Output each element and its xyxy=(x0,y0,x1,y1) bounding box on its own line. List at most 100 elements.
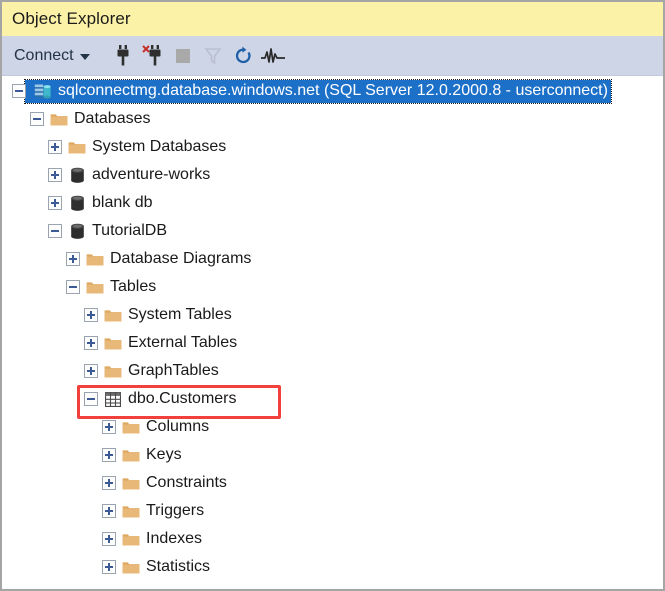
tree-node-content[interactable]: Indexes xyxy=(116,530,202,548)
tree-expand-icon[interactable] xyxy=(102,476,116,490)
folder-icon xyxy=(86,278,104,296)
tree-node[interactable]: Indexes xyxy=(4,525,661,553)
database-icon xyxy=(68,222,86,240)
tree-node[interactable]: Keys xyxy=(4,441,661,469)
refresh-icon xyxy=(233,46,253,66)
tree-node-content[interactable]: Triggers xyxy=(116,502,204,520)
server-icon xyxy=(34,82,52,100)
tree-node-label: GraphTables xyxy=(128,362,219,379)
folder-icon xyxy=(104,334,122,352)
tree-node-content[interactable]: Tables xyxy=(80,278,156,296)
activity-monitor-button[interactable] xyxy=(258,41,288,71)
object-explorer-window: Object Explorer Connect sqlconnectmg.dat… xyxy=(0,0,665,591)
disconnect-button[interactable] xyxy=(138,41,168,71)
table-icon xyxy=(104,390,122,408)
tree-expand-icon[interactable] xyxy=(102,560,116,574)
tree-node[interactable]: blank db xyxy=(4,189,661,217)
stop-button xyxy=(168,41,198,71)
folder-icon xyxy=(104,362,122,380)
tree-node-content[interactable]: Columns xyxy=(116,418,209,436)
connect-dropdown[interactable]: Connect xyxy=(12,45,96,67)
folder-icon xyxy=(122,446,140,464)
tree-expand-icon[interactable] xyxy=(84,336,98,350)
tree-node-label: dbo.Customers xyxy=(128,390,237,407)
chevron-down-icon xyxy=(79,54,90,60)
tree-node-label: Indexes xyxy=(146,530,203,547)
tree-node[interactable]: Columns xyxy=(4,413,661,441)
tree-node-content[interactable]: sqlconnectmg.database.windows.net (SQL S… xyxy=(24,78,612,104)
tree-node-label: Tables xyxy=(110,278,157,295)
tree-node-label: Constraints xyxy=(146,474,227,491)
tree-node[interactable]: Constraints xyxy=(4,469,661,497)
tree-expand-icon[interactable] xyxy=(102,420,116,434)
tree-node-label: blank db xyxy=(92,194,153,211)
tree-collapse-icon[interactable] xyxy=(66,280,80,294)
tree-expand-icon[interactable] xyxy=(66,252,80,266)
tree-collapse-icon[interactable] xyxy=(84,392,98,406)
tree-node[interactable]: dbo.Customers xyxy=(4,385,661,413)
tree-node[interactable]: TutorialDB xyxy=(4,217,661,245)
database-icon xyxy=(68,166,86,184)
folder-icon xyxy=(86,250,104,268)
tree-node[interactable]: System Databases xyxy=(4,133,661,161)
tree-node-content[interactable]: Database Diagrams xyxy=(80,250,251,268)
plug-disconnect-icon xyxy=(141,44,164,67)
tree-node-content[interactable]: adventure-works xyxy=(62,166,210,184)
tree-expand-icon[interactable] xyxy=(48,168,62,182)
folder-icon xyxy=(122,530,140,548)
connect-object-explorer-button[interactable] xyxy=(108,41,138,71)
tree-node-content[interactable]: System Databases xyxy=(62,138,226,156)
folder-icon xyxy=(122,558,140,576)
tree-expand-icon[interactable] xyxy=(48,196,62,210)
funnel-icon xyxy=(203,47,222,65)
filter-button xyxy=(198,41,228,71)
folder-icon xyxy=(68,138,86,156)
plug-icon xyxy=(113,44,133,67)
tree-node-content[interactable]: TutorialDB xyxy=(62,222,167,240)
tree-node-label: System Databases xyxy=(92,138,227,155)
refresh-button[interactable] xyxy=(228,41,258,71)
page-title: Object Explorer xyxy=(12,9,131,28)
tree-node-content[interactable]: Keys xyxy=(116,446,182,464)
tree-expand-icon[interactable] xyxy=(102,504,116,518)
tree-node[interactable]: Statistics xyxy=(4,553,661,581)
tree-collapse-icon[interactable] xyxy=(30,112,44,126)
object-explorer-tree[interactable]: sqlconnectmg.database.windows.net (SQL S… xyxy=(4,77,661,587)
tree-expand-icon[interactable] xyxy=(102,448,116,462)
tree-expand-icon[interactable] xyxy=(102,532,116,546)
tree-node[interactable]: Database Diagrams xyxy=(4,245,661,273)
tree-node-label: System Tables xyxy=(128,306,232,323)
folder-icon xyxy=(122,418,140,436)
tree-node-content[interactable]: dbo.Customers xyxy=(98,390,237,408)
stop-square-icon xyxy=(175,48,190,63)
tree-node-label: Keys xyxy=(146,446,182,463)
tree-node-content[interactable]: Constraints xyxy=(116,474,227,492)
tree-node-content[interactable]: System Tables xyxy=(98,306,232,324)
object-explorer-toolbar: Connect xyxy=(2,36,663,76)
tree-node[interactable]: System Tables xyxy=(4,301,661,329)
tree-node[interactable]: Tables xyxy=(4,273,661,301)
tree-collapse-icon[interactable] xyxy=(48,224,62,238)
tree-node-content[interactable]: Statistics xyxy=(116,558,210,576)
tree-node[interactable]: GraphTables xyxy=(4,357,661,385)
folder-icon xyxy=(122,474,140,492)
connect-dropdown-label: Connect xyxy=(14,46,74,64)
object-explorer-title-bar: Object Explorer xyxy=(2,2,663,36)
tree-node-label: Columns xyxy=(146,418,210,435)
tree-node[interactable]: External Tables xyxy=(4,329,661,357)
tree-node[interactable]: adventure-works xyxy=(4,161,661,189)
tree-expand-icon[interactable] xyxy=(48,140,62,154)
tree-node[interactable]: Triggers xyxy=(4,497,661,525)
tree-node[interactable]: Databases xyxy=(4,105,661,133)
tree-node-content[interactable]: GraphTables xyxy=(98,362,219,380)
tree-expand-icon[interactable] xyxy=(84,308,98,322)
tree-node-content[interactable]: blank db xyxy=(62,194,153,212)
tree-node-content[interactable]: External Tables xyxy=(98,334,237,352)
tree-expand-icon[interactable] xyxy=(84,364,98,378)
tree-node[interactable]: sqlconnectmg.database.windows.net (SQL S… xyxy=(4,77,661,105)
folder-icon xyxy=(122,502,140,520)
tree-node-label: TutorialDB xyxy=(92,222,167,239)
tree-node-label: Databases xyxy=(74,110,151,127)
tree-collapse-icon[interactable] xyxy=(12,84,26,98)
tree-node-content[interactable]: Databases xyxy=(44,110,151,128)
